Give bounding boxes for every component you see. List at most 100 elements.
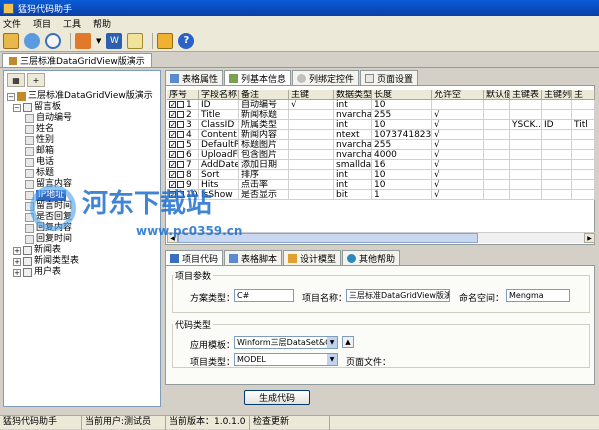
grid-header-cell[interactable]: 备注 <box>239 90 289 100</box>
export-icon[interactable] <box>75 32 91 49</box>
table-row[interactable]: ✓7AddDate添加日期smalldatetime16√ <box>167 160 595 170</box>
row-checkbox-2[interactable] <box>177 151 184 158</box>
tree-field-node[interactable]: 电话 <box>7 157 159 168</box>
grid-cell: √ <box>432 180 484 190</box>
tree-field-node[interactable]: 邮箱 <box>7 146 159 157</box>
grid-cell <box>484 170 510 180</box>
row-checkbox[interactable]: ✓ <box>169 101 176 109</box>
table-row[interactable]: ✓ 1 ID 自动编号 √ int 10 <box>167 100 595 110</box>
grid-header-cell[interactable]: 主 <box>572 90 595 100</box>
table-row[interactable]: ✓5DefaultPicUrl标题图片nvarchar255√ <box>167 140 595 150</box>
table-row[interactable]: ✓ 10 IsShow 是否显示 bit 1 √ <box>167 190 595 200</box>
chevron-down-icon[interactable]: ▼ <box>327 354 337 365</box>
row-checkbox-2[interactable] <box>177 101 184 108</box>
document-icon[interactable] <box>127 32 144 49</box>
tab-page-settings[interactable]: 页面设置 <box>360 70 419 85</box>
project-type-select[interactable]: MODEL ▼ <box>234 353 338 366</box>
template-up-button[interactable]: ▲ <box>342 336 354 348</box>
grid-header-cell[interactable]: 长度 <box>372 90 432 100</box>
menu-project[interactable]: 项目 <box>33 17 51 30</box>
tree-table-node[interactable]: − 留言板 <box>7 102 159 113</box>
tab-column-info[interactable]: 列基本信息 <box>224 70 292 85</box>
expand-icon[interactable]: + <box>13 268 21 277</box>
row-checkbox-2[interactable] <box>177 111 184 118</box>
menu-help[interactable]: 帮助 <box>93 17 111 30</box>
namespace-input[interactable]: Mengma <box>506 289 570 302</box>
project-type-label: 项目类型： <box>190 358 236 368</box>
menu-tools[interactable]: 工具 <box>63 17 81 30</box>
expand-icon[interactable]: + <box>13 257 21 266</box>
open-folder-icon[interactable] <box>3 32 19 49</box>
tab-table-script[interactable]: 表格脚本 <box>224 250 283 265</box>
tree-table-node[interactable]: + 新闻类型表 <box>7 256 159 267</box>
generate-code-button[interactable]: 生成代码 <box>244 390 310 405</box>
document-tab[interactable]: 三层标准DataGridView版演示 <box>2 53 152 67</box>
tree-root[interactable]: − 三层标准DataGridView版演示 <box>7 91 159 102</box>
collapse-icon[interactable]: − <box>13 103 21 112</box>
table-row[interactable]: ✓ 2 Title 新闻标题 nvarchar 255 √ <box>167 110 595 120</box>
row-checkbox-2[interactable] <box>177 161 184 168</box>
table-row[interactable]: ✓6UploadFiles包含图片nvarchar4000√ <box>167 150 595 160</box>
tree-field-node[interactable]: 性别 <box>7 135 159 146</box>
collapse-icon[interactable]: − <box>7 92 15 101</box>
row-checkbox-2[interactable] <box>177 141 184 148</box>
tree-table-node[interactable]: + 用户表 <box>7 267 159 278</box>
tree-table-node[interactable]: + 新闻表 <box>7 245 159 256</box>
tab-column-bindings[interactable]: 列绑定控件 <box>292 70 360 85</box>
row-checkbox-2[interactable] <box>177 171 184 178</box>
tree-view-button[interactable]: ▦ <box>7 73 25 87</box>
check-update-link[interactable]: 检查更新 <box>250 416 330 430</box>
row-checkbox[interactable]: ✓ <box>169 141 176 149</box>
help-icon[interactable]: ? <box>178 32 195 49</box>
grid-header-cell[interactable]: 主键 <box>289 90 334 100</box>
tab-table-properties[interactable]: 表格属性 <box>165 70 224 85</box>
word-icon[interactable]: W <box>106 32 123 49</box>
row-checkbox[interactable]: ✓ <box>169 151 176 159</box>
chevron-down-icon[interactable]: ▼ <box>327 337 337 348</box>
tree-field-node[interactable]: 姓名 <box>7 124 159 135</box>
expand-icon[interactable]: + <box>13 246 21 255</box>
tree-field-node[interactable]: 自动编号 <box>7 113 159 124</box>
tree-add-button[interactable]: + <box>27 73 45 87</box>
row-checkbox[interactable]: ✓ <box>169 171 176 179</box>
table-icon <box>170 73 179 83</box>
template-select[interactable]: Winform三层DataSet&GridView ▼ <box>234 336 338 349</box>
users-icon[interactable] <box>24 32 40 49</box>
project-name-input[interactable]: 三层标准DataGridView版演示 <box>346 289 450 302</box>
chevron-down-icon[interactable]: ▼ <box>96 37 101 45</box>
row-checkbox[interactable]: ✓ <box>169 131 176 139</box>
grid-header-cell[interactable]: 字段名称 <box>199 90 239 100</box>
page-icon <box>365 73 375 83</box>
table-row[interactable]: ✓ 8 Sort 排序 int 10 √ <box>167 170 595 180</box>
table-row[interactable]: ✓ 9 Hits 点击率 int 10 √ <box>167 180 595 190</box>
grid-cell <box>510 140 542 150</box>
table-row[interactable]: ✓ 4 Content 新闻内容 ntext 1073741823 √ <box>167 130 595 140</box>
row-checkbox[interactable]: ✓ <box>169 111 176 119</box>
grid-header-cell[interactable]: 主键列 <box>542 90 572 100</box>
row-checkbox[interactable]: ✓ <box>169 161 176 169</box>
grid-cell: smalldatetime <box>334 160 372 170</box>
tab-design-model[interactable]: 设计模型 <box>283 250 342 265</box>
menu-file[interactable]: 文件 <box>3 17 21 30</box>
copy-icon[interactable] <box>157 32 174 49</box>
tree-field-node[interactable]: 标题 <box>7 168 159 179</box>
grid-cell <box>289 110 334 120</box>
row-index: 8 <box>186 170 192 180</box>
tab-other-help[interactable]: 其他帮助 <box>342 250 401 265</box>
grid-header-cell[interactable]: 允许空 <box>432 90 484 100</box>
row-checkbox-2[interactable] <box>177 131 184 138</box>
scheme-input[interactable]: C# <box>234 289 294 302</box>
grid-header-cell[interactable]: 数据类型 <box>334 90 372 100</box>
grid-header-cell[interactable]: 序号 <box>167 90 199 100</box>
grid-header-cell[interactable]: 主键表 <box>510 90 542 100</box>
tab-project-code[interactable]: 项目代码 <box>165 250 224 265</box>
grid-cell: int <box>334 100 372 110</box>
row-checkbox[interactable]: ✓ <box>169 121 176 129</box>
table-row[interactable]: ✓ 3 ClassID 所属类型 int 10 √ YSCK... ID Titl <box>167 120 595 130</box>
grid-header-cell[interactable]: 默认值 <box>484 90 510 100</box>
search-icon[interactable] <box>45 32 61 49</box>
scroll-right-icon[interactable]: ▶ <box>584 233 595 243</box>
row-checkbox-2[interactable] <box>177 121 184 128</box>
row-select-cell: ✓ 3 <box>167 120 199 130</box>
watermark-url: www.pc0359.cn <box>136 224 243 238</box>
